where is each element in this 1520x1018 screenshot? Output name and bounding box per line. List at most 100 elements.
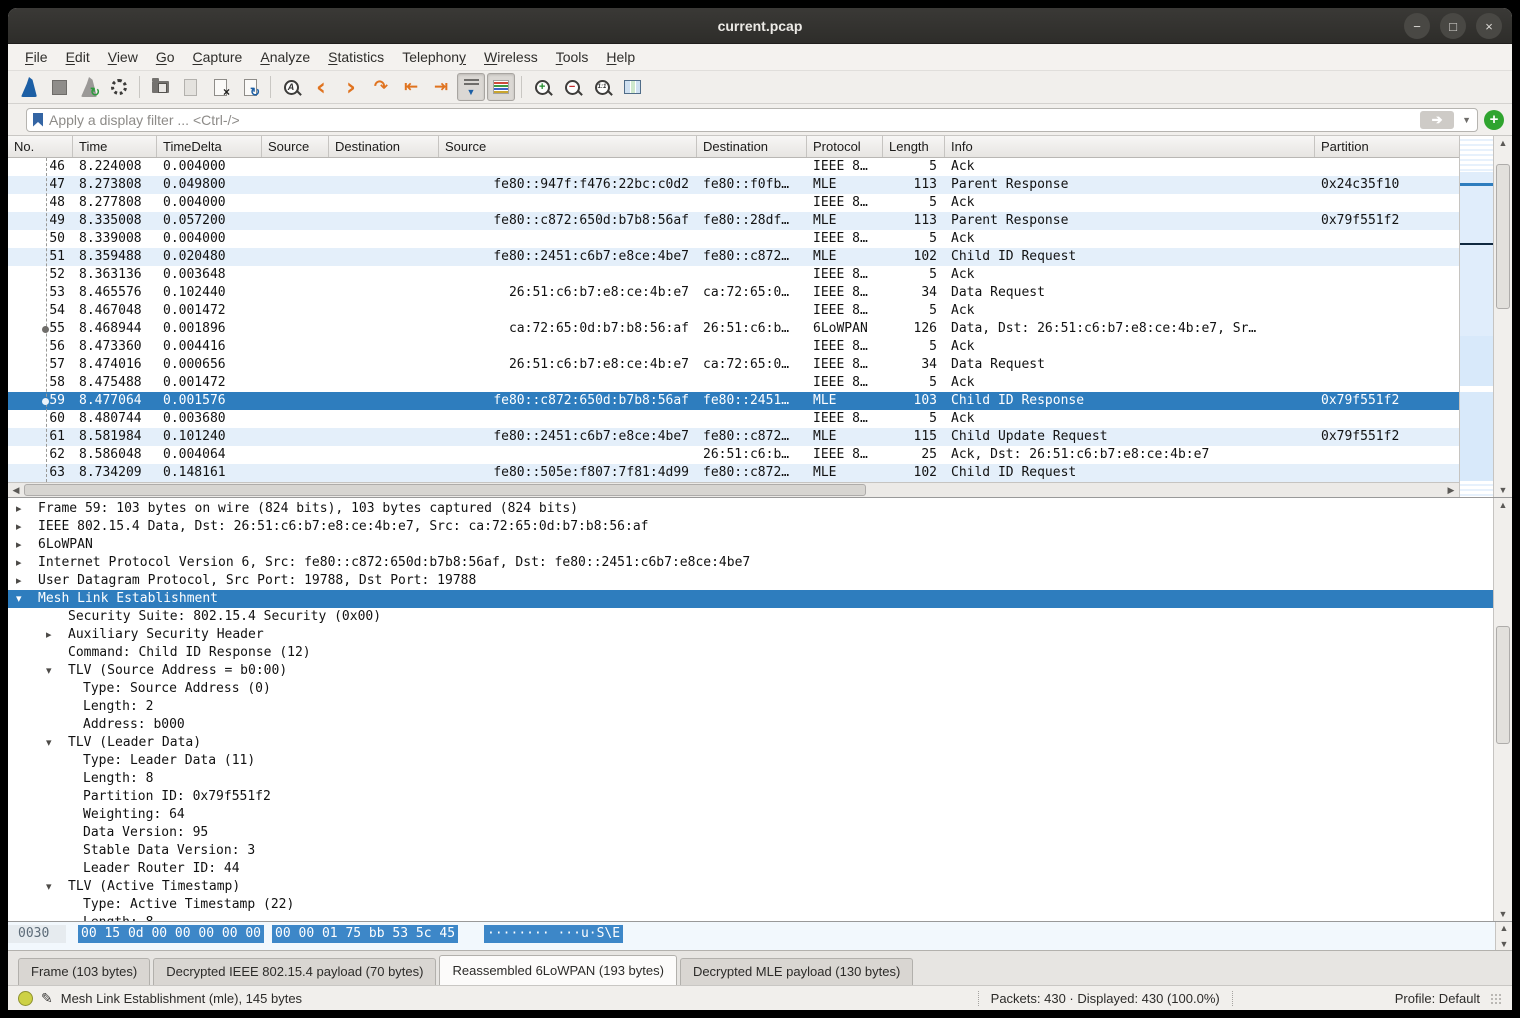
packet-row[interactable]: 608.4807440.003680IEEE 8…5Ack: [8, 410, 1459, 428]
details-scroll-up-icon[interactable]: ▲: [1494, 498, 1512, 512]
detail-row[interactable]: Partition ID: 0x79f551f2: [8, 788, 1493, 806]
close-file-icon[interactable]: ×: [206, 73, 234, 101]
menu-item-telephony[interactable]: Telephony: [393, 46, 475, 68]
packet-row[interactable]: 498.3350080.057200fe80::c872:650d:b7b8:5…: [8, 212, 1459, 230]
packet-row[interactable]: 468.2240080.004000IEEE 8…5Ack: [8, 158, 1459, 176]
tab-reassembled-6lowpan-193-bytes[interactable]: Reassembled 6LoWPAN (193 bytes): [439, 955, 676, 985]
menu-item-go[interactable]: Go: [147, 46, 184, 68]
packet-row[interactable]: 508.3390080.004000IEEE 8…5Ack: [8, 230, 1459, 248]
detail-row[interactable]: Command: Child ID Response (12): [8, 644, 1493, 662]
detail-row[interactable]: ▸IEEE 802.15.4 Data, Dst: 26:51:c6:b7:e8…: [8, 518, 1493, 536]
scroll-right-icon[interactable]: ▶: [1444, 484, 1458, 496]
tab-decrypted-ieee-802-15-4-payload-70-bytes[interactable]: Decrypted IEEE 802.15.4 payload (70 byte…: [153, 958, 436, 985]
detail-row[interactable]: ▸User Datagram Protocol, Src Port: 19788…: [8, 572, 1493, 590]
detail-row[interactable]: ▸6LoWPAN: [8, 536, 1493, 554]
column-header-destination-6[interactable]: Destination: [697, 136, 807, 157]
hex-scroll-down-icon[interactable]: ▼: [1496, 937, 1512, 951]
filter-dropdown-icon[interactable]: ▼: [1460, 115, 1473, 125]
detail-row[interactable]: Stable Data Version: 3: [8, 842, 1493, 860]
display-filter-box[interactable]: ➔ ▼: [26, 108, 1478, 132]
tree-collapsed-icon[interactable]: ▸: [16, 536, 38, 554]
open-file-icon[interactable]: [146, 73, 174, 101]
packet-row[interactable]: 488.2778080.004000IEEE 8…5Ack: [8, 194, 1459, 212]
expert-info-icon[interactable]: [18, 991, 33, 1006]
scroll-left-icon[interactable]: ◀: [9, 484, 23, 496]
menu-item-tools[interactable]: Tools: [547, 46, 598, 68]
intelligent-scrollbar-minimap[interactable]: [1459, 136, 1493, 497]
menu-item-analyze[interactable]: Analyze: [251, 46, 319, 68]
detail-row[interactable]: Length: 2: [8, 698, 1493, 716]
zoom-in-icon[interactable]: +: [528, 73, 556, 101]
detail-row[interactable]: ▾TLV (Active Timestamp): [8, 878, 1493, 896]
packet-row[interactable]: 568.4733600.004416IEEE 8…5Ack: [8, 338, 1459, 356]
detail-row[interactable]: ▸Internet Protocol Version 6, Src: fe80:…: [8, 554, 1493, 572]
tab-frame-103-bytes[interactable]: Frame (103 bytes): [18, 958, 150, 985]
resize-grip[interactable]: [1490, 993, 1502, 1005]
packet-row[interactable]: 628.5860480.00406426:51:c6:b…IEEE 8…25Ac…: [8, 446, 1459, 464]
tree-expanded-icon[interactable]: ▾: [46, 878, 68, 896]
colorize-icon[interactable]: [487, 73, 515, 101]
tree-collapsed-icon[interactable]: ▸: [16, 500, 38, 518]
scroll-up-icon[interactable]: ▲: [1494, 136, 1512, 150]
hex-bytes-group2[interactable]: 00 00 01 75 bb 53 5c 45: [272, 925, 458, 943]
tree-collapsed-icon[interactable]: ▸: [16, 572, 38, 590]
hex-ascii[interactable]: ········ ···u·S\E: [484, 925, 623, 943]
resize-columns-icon[interactable]: [618, 73, 646, 101]
packet-row[interactable]: 538.4655760.10244026:51:c6:b7:e8:ce:4b:e…: [8, 284, 1459, 302]
detail-row[interactable]: ▸Frame 59: 103 bytes on wire (824 bits),…: [8, 500, 1493, 518]
packet-row[interactable]: 598.4770640.001576fe80::c872:650d:b7b8:5…: [8, 392, 1459, 410]
reload-file-icon[interactable]: ↻: [236, 73, 264, 101]
packet-list-scrollbar[interactable]: ▲ ▼: [1493, 136, 1512, 497]
detail-row[interactable]: Leader Router ID: 44: [8, 860, 1493, 878]
column-header-info-9[interactable]: Info: [945, 136, 1315, 157]
horizontal-scroll-thumb[interactable]: [24, 484, 866, 496]
detail-row[interactable]: Length: 8: [8, 770, 1493, 788]
menu-item-file[interactable]: File: [16, 46, 57, 68]
packet-row[interactable]: 588.4754880.001472IEEE 8…5Ack: [8, 374, 1459, 392]
packet-row[interactable]: 548.4670480.001472IEEE 8…5Ack: [8, 302, 1459, 320]
tree-expanded-icon[interactable]: ▾: [46, 734, 68, 752]
tree-expanded-icon[interactable]: ▾: [46, 662, 68, 680]
column-header-timedelta-2[interactable]: TimeDelta: [157, 136, 262, 157]
packet-row[interactable]: 478.2738080.049800fe80::947f:f476:22bc:c…: [8, 176, 1459, 194]
menu-item-wireless[interactable]: Wireless: [475, 46, 547, 68]
details-scrollbar[interactable]: ▲ ▼: [1493, 498, 1512, 921]
vertical-scroll-thumb[interactable]: [1496, 164, 1510, 309]
menu-item-capture[interactable]: Capture: [184, 46, 252, 68]
column-header-source-5[interactable]: Source: [439, 136, 697, 157]
detail-row[interactable]: Type: Leader Data (11): [8, 752, 1493, 770]
detail-row[interactable]: Address: b000: [8, 716, 1493, 734]
next-packet-icon[interactable]: ›: [337, 73, 365, 101]
detail-row[interactable]: Type: Source Address (0): [8, 680, 1493, 698]
menu-item-edit[interactable]: Edit: [57, 46, 99, 68]
detail-row[interactable]: ▾Mesh Link Establishment: [8, 590, 1493, 608]
detail-row[interactable]: ▾TLV (Source Address = b0:00): [8, 662, 1493, 680]
packet-row[interactable]: 638.7342090.148161fe80::505e:f807:7f81:4…: [8, 464, 1459, 482]
filter-bookmark-icon[interactable]: [33, 113, 43, 127]
menu-item-view[interactable]: View: [99, 46, 147, 68]
hex-scrollbar[interactable]: ▲ ▼: [1495, 922, 1512, 950]
tab-decrypted-mle-payload-130-bytes[interactable]: Decrypted MLE payload (130 bytes): [680, 958, 913, 985]
details-scroll-down-icon[interactable]: ▼: [1494, 907, 1512, 921]
detail-row[interactable]: Security Suite: 802.15.4 Security (0x00): [8, 608, 1493, 626]
scroll-down-icon[interactable]: ▼: [1494, 483, 1512, 497]
menu-item-help[interactable]: Help: [597, 46, 644, 68]
find-packet-icon[interactable]: A: [277, 73, 305, 101]
detail-row[interactable]: Weighting: 64: [8, 806, 1493, 824]
capture-comment-icon[interactable]: ✎: [41, 990, 53, 1007]
menu-item-statistics[interactable]: Statistics: [319, 46, 393, 68]
maximize-icon[interactable]: □: [1440, 13, 1466, 39]
display-filter-input[interactable]: [49, 112, 1414, 128]
status-profile[interactable]: Profile: Default: [1395, 991, 1480, 1006]
horizontal-scrollbar[interactable]: ◀ ▶: [8, 482, 1459, 497]
packet-row[interactable]: 558.4689440.001896ca:72:65:0d:b7:b8:56:a…: [8, 320, 1459, 338]
add-filter-button[interactable]: +: [1484, 110, 1504, 130]
packet-row[interactable]: 618.5819840.101240fe80::2451:c6b7:e8ce:4…: [8, 428, 1459, 446]
go-to-packet-icon[interactable]: ↷: [367, 73, 395, 101]
close-icon[interactable]: ×: [1476, 13, 1502, 39]
capture-options-icon[interactable]: [105, 73, 133, 101]
details-scroll-thumb[interactable]: [1496, 626, 1510, 744]
minimize-icon[interactable]: −: [1404, 13, 1430, 39]
detail-row[interactable]: Length: 8: [8, 914, 1493, 921]
column-header-partition-10[interactable]: Partition: [1315, 136, 1459, 157]
